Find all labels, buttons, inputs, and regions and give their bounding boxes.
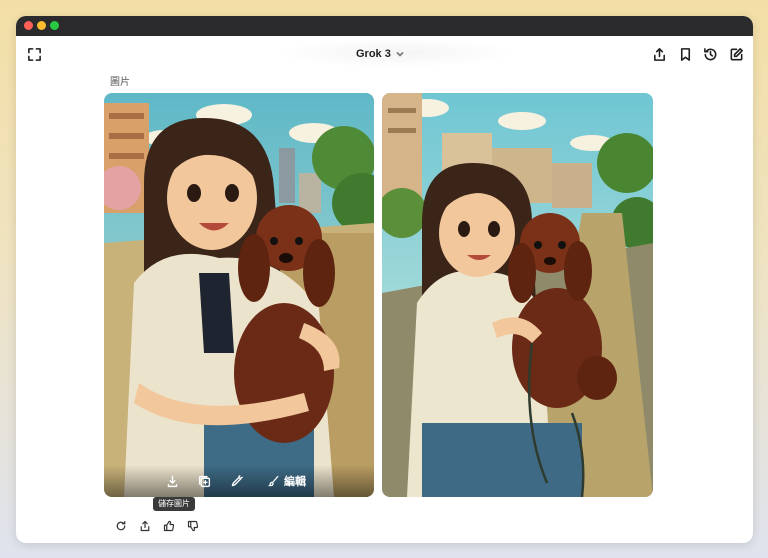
generated-image-1[interactable]: 編輯 bbox=[104, 93, 374, 497]
share-button[interactable] bbox=[649, 44, 669, 64]
save-image-tooltip: 儲存圖片 bbox=[153, 497, 195, 511]
thumbs-up-button[interactable] bbox=[160, 517, 178, 535]
images-section-label: 圖片 bbox=[110, 77, 130, 88]
new-chat-icon bbox=[730, 47, 743, 60]
share-response-button[interactable] bbox=[136, 517, 154, 535]
regenerate-button[interactable] bbox=[112, 517, 130, 535]
new-chat-button[interactable] bbox=[726, 44, 746, 64]
brush-icon bbox=[268, 475, 279, 487]
thumbs-up-icon bbox=[163, 520, 175, 532]
expand-button[interactable] bbox=[24, 44, 44, 64]
expand-icon bbox=[27, 47, 41, 61]
history-button[interactable] bbox=[700, 44, 720, 64]
window-minimize-button[interactable] bbox=[37, 21, 46, 30]
window-titlebar bbox=[16, 16, 753, 36]
thumbs-down-icon bbox=[187, 520, 199, 532]
bookmark-icon bbox=[680, 47, 690, 61]
window-maximize-button[interactable] bbox=[50, 21, 59, 30]
add-image-icon bbox=[198, 475, 210, 487]
bookmark-button[interactable] bbox=[675, 44, 695, 64]
image-toolbar: 編輯 bbox=[104, 465, 374, 497]
edit-image-button[interactable]: 編輯 bbox=[268, 473, 306, 489]
pen-tool-button[interactable] bbox=[226, 471, 246, 491]
model-name: Grok 3 bbox=[356, 48, 391, 60]
generated-image-2[interactable] bbox=[382, 93, 653, 497]
history-icon bbox=[703, 47, 716, 60]
thumbs-down-button[interactable] bbox=[184, 517, 202, 535]
app-window: Grok 3 圖片 編輯 儲存圖片 bbox=[16, 16, 753, 543]
anime-woman-dog-street-illustration bbox=[382, 93, 653, 497]
share-icon bbox=[140, 520, 150, 532]
share-icon bbox=[653, 47, 665, 61]
download-icon bbox=[167, 475, 177, 487]
edit-label: 編輯 bbox=[284, 476, 306, 488]
chevron-down-icon bbox=[396, 51, 404, 57]
window-close-button[interactable] bbox=[24, 21, 33, 30]
add-image-button[interactable] bbox=[194, 471, 214, 491]
message-actions bbox=[112, 517, 202, 535]
regenerate-icon bbox=[116, 520, 126, 531]
model-selector[interactable]: Grok 3 bbox=[356, 45, 405, 63]
anime-woman-dog-illustration bbox=[104, 93, 374, 497]
download-image-button[interactable] bbox=[162, 471, 182, 491]
pen-icon bbox=[231, 474, 243, 486]
